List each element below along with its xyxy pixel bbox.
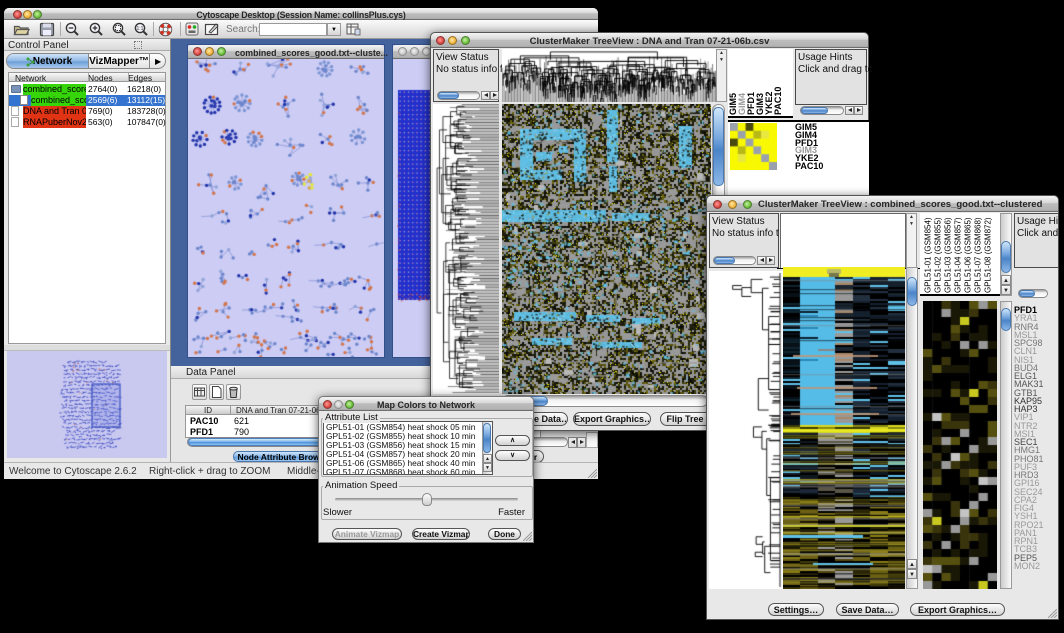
svg-text:1:1: 1:1 [137, 26, 144, 32]
